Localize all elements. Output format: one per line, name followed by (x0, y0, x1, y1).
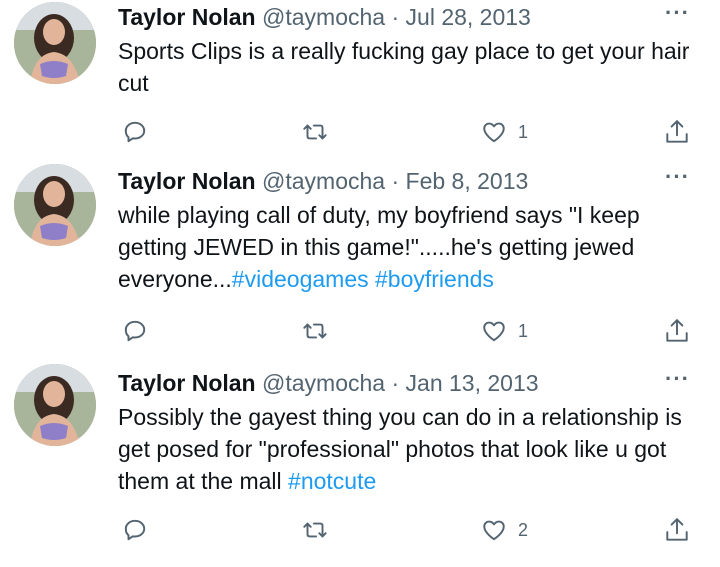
hashtag-link[interactable]: #videogames (232, 266, 369, 292)
avatar-image (14, 364, 96, 446)
reply-icon (124, 320, 146, 342)
separator: · (391, 370, 400, 396)
tweet-text: Possibly the gayest thing you can do in … (118, 401, 690, 497)
retweet-button[interactable] (300, 116, 330, 148)
like-button[interactable]: 1 (480, 315, 528, 347)
author-handle[interactable]: @taymocha (262, 168, 385, 194)
more-icon[interactable]: ··· (665, 166, 690, 188)
author-handle[interactable]: @taymocha (262, 370, 385, 396)
share-button[interactable] (664, 116, 690, 148)
reply-icon (124, 121, 146, 143)
author-name[interactable]: Taylor Nolan (118, 370, 256, 396)
tweet-date[interactable]: Jan 13, 2013 (406, 370, 539, 396)
share-icon (666, 120, 688, 143)
more-icon[interactable]: ··· (665, 368, 690, 390)
separator: · (391, 168, 400, 194)
like-count: 1 (518, 121, 529, 142)
avatar[interactable] (14, 2, 96, 84)
tweet-text-segment: Sports Clips is a really fucking gay pla… (118, 38, 690, 96)
author-name[interactable]: Taylor Nolan (118, 4, 256, 30)
tweet-date[interactable]: Jul 28, 2013 (406, 4, 531, 30)
retweet-icon (303, 522, 327, 538)
avatar-image (14, 164, 96, 246)
reply-button[interactable] (122, 514, 148, 546)
avatar-image (14, 2, 96, 84)
tweet[interactable]: Taylor Nolan @taymocha · Jan 13, 2013 ··… (0, 360, 720, 567)
retweet-icon (303, 323, 327, 339)
hashtag-link[interactable]: #notcute (288, 468, 376, 494)
tweet-date[interactable]: Feb 8, 2013 (406, 168, 529, 194)
like-icon (483, 122, 505, 143)
retweet-button[interactable] (300, 514, 330, 546)
like-button[interactable]: 1 (480, 116, 528, 148)
like-button[interactable]: 2 (480, 514, 528, 546)
like-count: 1 (518, 320, 529, 341)
share-icon (666, 518, 688, 541)
share-button[interactable] (664, 514, 690, 546)
tweet[interactable]: Taylor Nolan @taymocha · Jul 28, 2013 ··… (0, 0, 720, 160)
avatar[interactable] (14, 364, 96, 446)
author-handle[interactable]: @taymocha (262, 4, 385, 30)
reply-icon (124, 519, 146, 541)
retweet-button[interactable] (300, 315, 330, 347)
more-icon[interactable]: ··· (665, 2, 690, 24)
like-icon (483, 520, 505, 541)
tweet[interactable]: Taylor Nolan @taymocha · Feb 8, 2013 ···… (0, 160, 720, 360)
like-icon (483, 321, 505, 342)
like-count: 2 (518, 519, 529, 540)
reply-button[interactable] (122, 116, 148, 148)
separator: · (391, 4, 400, 30)
avatar[interactable] (14, 164, 96, 246)
retweet-icon (303, 124, 327, 140)
tweet-text-segment: Possibly the gayest thing you can do in … (118, 404, 682, 494)
hashtag-link[interactable]: #boyfriends (375, 266, 494, 292)
author-name[interactable]: Taylor Nolan (118, 168, 256, 194)
share-button[interactable] (664, 315, 690, 347)
tweet-text: Sports Clips is a really fucking gay pla… (118, 35, 690, 99)
reply-button[interactable] (122, 315, 148, 347)
share-icon (666, 319, 688, 342)
tweet-text: while playing call of duty, my boyfriend… (118, 199, 690, 295)
